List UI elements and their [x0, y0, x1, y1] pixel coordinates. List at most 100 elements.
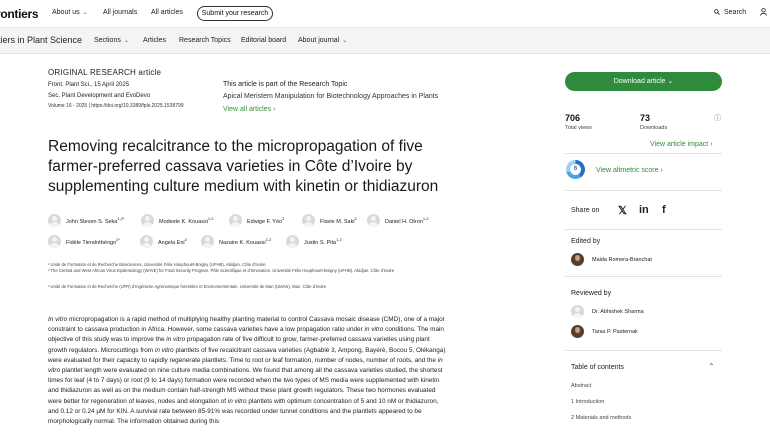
chevron-right-icon: ›	[660, 167, 663, 174]
abstract-italic-term: in vitro	[154, 346, 174, 354]
nav-sections[interactable]: Sections ⌄	[94, 37, 129, 44]
author-name: Daniel H. Otron1,2	[385, 215, 429, 225]
altmetric-donut-icon[interactable]: 6	[566, 160, 585, 179]
avatar	[571, 305, 584, 318]
x-icon[interactable]: 𝕏	[618, 204, 627, 217]
toc-item-introduction[interactable]: 1 Introduction	[571, 399, 604, 405]
author-item[interactable]: Fidèle Tiendrébéogo2*	[48, 234, 120, 248]
nav-about-us-label: About us	[52, 9, 80, 16]
avatar	[48, 234, 61, 248]
info-icon[interactable]: ⓘ	[714, 113, 721, 123]
avatar	[367, 213, 380, 227]
author-item[interactable]: Nazaire K. Kouassi1,2	[201, 234, 271, 248]
user-icon[interactable]	[760, 8, 767, 16]
chevron-up-icon[interactable]: ⌃	[708, 362, 715, 371]
nav-about-journal-label: About journal	[298, 37, 340, 44]
author-name: Justin S. Pita1,2	[304, 236, 342, 246]
volume-doi[interactable]: Volume 16 - 2025 | https://doi.org/10.33…	[48, 103, 184, 109]
nav-about-journal[interactable]: About journal ⌄	[298, 37, 347, 44]
abstract-italic-term: in vitro	[227, 397, 247, 405]
author-item[interactable]: Flavie M. Saki2	[302, 213, 357, 227]
view-article-impact-label: View article impact	[650, 141, 709, 148]
author-item[interactable]: John Steven S. Seka1,2*	[48, 213, 125, 227]
research-topic-title[interactable]: Apical Meristem Manipulation for Biotech…	[223, 93, 463, 100]
downloads-label: Downloads	[640, 125, 668, 131]
chevron-down-icon: ⌄	[667, 78, 674, 85]
view-altmetric-link[interactable]: View altmetric score ›	[596, 167, 663, 174]
chevron-down-icon: ⌄	[123, 38, 129, 44]
author-name: Modeste K. Kouassi1,2	[159, 215, 214, 225]
author-item[interactable]: Daniel H. Otron1,2	[367, 213, 428, 227]
author-affiliation-marker: 1,2	[265, 236, 272, 242]
nav-sections-label: Sections	[94, 37, 121, 44]
view-all-articles-label: View all articles	[223, 106, 272, 113]
chevron-right-icon: ›	[710, 141, 713, 148]
view-all-articles-link[interactable]: View all articles ›	[223, 106, 463, 113]
download-article-button[interactable]: Download article ⌄	[565, 72, 722, 91]
view-article-impact-link[interactable]: View article impact ›	[650, 141, 713, 148]
avatar	[140, 234, 153, 248]
author-item[interactable]: Modeste K. Kouassi1,2	[141, 213, 213, 227]
avatar	[141, 213, 154, 227]
downloads-count: 73	[640, 113, 651, 123]
edited-by-label: Edited by	[571, 238, 601, 245]
reviewer-item[interactable]: Taras P. Pasternak	[571, 325, 638, 338]
research-topic-box: This article is part of the Research Top…	[223, 81, 463, 113]
nav-research-topics[interactable]: Research Topics	[179, 37, 231, 44]
nav-articles[interactable]: Articles	[143, 37, 166, 44]
submit-research-button[interactable]: Submit your research	[197, 6, 273, 21]
research-topic-label: This article is part of the Research Top…	[223, 81, 348, 88]
top-navigation: rontiers About us ⌄ All journals All arti…	[0, 0, 770, 28]
publication-date: Front. Plant Sci., 15 April 2025	[48, 82, 130, 88]
nav-all-journals[interactable]: All journals	[103, 9, 137, 16]
author-affiliation-marker: 2*	[116, 236, 120, 242]
article-title: Removing recalcitrance to the micropropa…	[48, 138, 439, 195]
total-views-count: 706	[565, 113, 581, 123]
search-icon[interactable]	[714, 9, 720, 15]
view-altmetric-label: View altmetric score	[596, 167, 659, 174]
affiliation-3: ³ Unité de Formation et de Recherche (UF…	[48, 284, 327, 289]
abstract-italic-term: in vitro	[166, 336, 186, 344]
reviewer-name: Taras P. Pasternak	[592, 328, 638, 335]
author-item[interactable]: Angela Eni2	[140, 234, 187, 248]
toc-item-materials-methods[interactable]: 2 Materials and methods	[571, 415, 631, 421]
journal-title[interactable]: tiers in Plant Science	[0, 35, 82, 45]
author-name: John Steven S. Seka1,2*	[66, 215, 125, 225]
author-item[interactable]: Justin S. Pita1,2	[286, 234, 342, 248]
divider	[565, 276, 722, 277]
author-name: Flavie M. Saki2	[320, 215, 357, 225]
frontiers-logo[interactable]: rontiers	[0, 7, 39, 21]
abstract-italic-term: in vitro	[364, 326, 384, 334]
nav-all-articles[interactable]: All articles	[151, 9, 183, 16]
divider	[565, 153, 722, 154]
divider	[565, 229, 722, 230]
toc-item-abstract[interactable]: Abstract	[571, 383, 591, 389]
avatar	[229, 213, 242, 227]
altmetric-score: 6	[570, 164, 581, 175]
linkedin-icon[interactable]: in	[639, 204, 649, 216]
reviewed-by-label: Reviewed by	[571, 290, 612, 297]
author-affiliation-marker: 1,2	[422, 215, 429, 221]
reviewer-name: Dr. Abhishek Sharma	[592, 308, 644, 315]
author-item[interactable]: Edwige F. Yéo2	[229, 213, 284, 227]
avatar	[302, 213, 315, 227]
nav-editorial-board[interactable]: Editorial board	[241, 37, 286, 44]
nav-about-us[interactable]: About us ⌄	[52, 9, 88, 16]
download-article-label: Download article	[613, 78, 666, 85]
divider	[565, 350, 722, 351]
journal-navigation: tiers in Plant Science Sections ⌄ Article…	[0, 28, 770, 54]
avatar	[571, 325, 584, 338]
reviewer-item[interactable]: Dr. Abhishek Sharma	[571, 305, 644, 318]
author-name: Edwige F. Yéo2	[247, 215, 285, 225]
affiliation-1: ¹ Unité de Formation et de Recherche Bio…	[48, 262, 266, 267]
avatar	[286, 234, 299, 248]
author-affiliation-marker: 2	[354, 215, 357, 221]
search-label[interactable]: Search	[724, 9, 746, 16]
author-name: Fidèle Tiendrébéogo2*	[66, 236, 120, 246]
total-views-label: Total views	[565, 125, 592, 131]
facebook-icon[interactable]: f	[662, 204, 666, 216]
table-of-contents-label: Table of contents	[571, 364, 624, 371]
editor-item[interactable]: Maida Romera-Branchat	[571, 253, 652, 266]
author-affiliation-marker: 1,2	[207, 215, 214, 221]
abstract-text: In vitro micropropagation is a rapid met…	[48, 315, 448, 427]
